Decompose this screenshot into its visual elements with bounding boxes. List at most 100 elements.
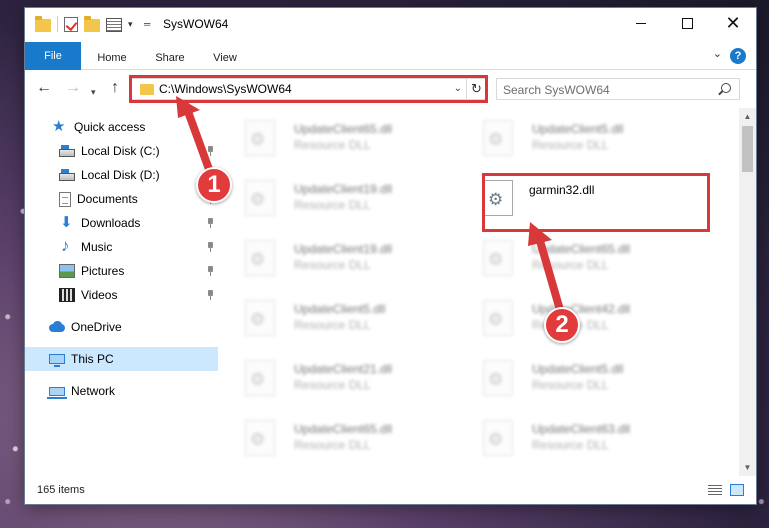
file-item[interactable]: UpdateClient5.dll Resource DLL [456, 116, 686, 166]
file-item[interactable]: UpdateClient65.dll Resource DLL [218, 416, 448, 466]
sidebar-item-quick-access[interactable]: Quick access [25, 115, 218, 139]
pin-toolbar-icon[interactable]: ═ [144, 19, 154, 29]
address-bar[interactable]: C:\Windows\SysWOW64 ⌄ ↻ [131, 78, 487, 100]
dll-file-icon [483, 240, 513, 276]
file-item[interactable]: UpdateClient5.dll Resource DLL [456, 356, 686, 406]
sidebar-item-label: OneDrive [71, 320, 122, 334]
close-button[interactable]: ✕ [710, 8, 756, 38]
sidebar-item-pictures[interactable]: Pictures [25, 259, 218, 283]
sidebar-item-label: This PC [71, 352, 114, 366]
sidebar-item-documents[interactable]: Documents [25, 187, 218, 211]
sidebar-item-videos[interactable]: Videos [25, 283, 218, 307]
pin-icon[interactable] [207, 242, 214, 252]
sidebar-item-label: Local Disk (D:) [81, 168, 160, 182]
address-history-dropdown-icon[interactable]: ⌄ [454, 83, 462, 94]
dll-file-icon [483, 360, 513, 396]
sidebar-item-label: Network [71, 384, 116, 398]
pin-icon[interactable] [207, 146, 214, 156]
file-item[interactable]: UpdateClient21.dll Resource DLL [218, 356, 448, 406]
sidebar-item-music[interactable]: Music [25, 235, 218, 259]
file-type: Resource DLL [294, 138, 371, 152]
scrollbar-thumb[interactable] [742, 126, 753, 172]
new-folder-icon[interactable] [84, 15, 100, 32]
status-bar: 165 items [25, 476, 756, 504]
file-explorer-window: ▾ ═ SysWOW64 ✕ File Home Share View ⌄ ? … [25, 8, 756, 504]
vertical-scrollbar[interactable]: ▲ ▼ [739, 108, 756, 476]
up-arrow-icon[interactable]: ↑ [111, 80, 119, 96]
file-list: UpdateClient65.dll Resource DLL UpdateCl… [218, 108, 738, 476]
address-path[interactable]: C:\Windows\SysWOW64 [159, 82, 292, 96]
dll-file-icon [245, 120, 275, 156]
dll-file-icon [245, 360, 275, 396]
scroll-up-arrow-icon[interactable]: ▲ [739, 108, 756, 125]
sidebar-item-label: Downloads [81, 216, 141, 230]
tiles-view-icon[interactable] [730, 484, 744, 496]
pin-icon[interactable] [207, 290, 214, 300]
file-item[interactable]: UpdateClient19.dll Resource DLL [218, 236, 448, 286]
file-item[interactable]: UpdateClient65.dll Resource DLL [456, 236, 686, 286]
scroll-down-arrow-icon[interactable]: ▼ [739, 459, 756, 476]
file-name: UpdateClient5.dll [532, 362, 624, 376]
file-type: Resource DLL [532, 258, 609, 272]
disk-icon [59, 169, 75, 181]
file-name: UpdateClient63.dll [532, 422, 631, 436]
search-icon[interactable] [721, 83, 731, 93]
dll-file-icon [483, 420, 513, 456]
sidebar-item-this-pc[interactable]: This PC [25, 347, 218, 371]
file-name: UpdateClient65.dll [294, 422, 393, 436]
search-box[interactable] [496, 78, 740, 100]
sidebar-item-label: Music [81, 240, 113, 254]
step-badge-1: 1 [196, 167, 232, 203]
minimize-button[interactable] [618, 8, 664, 38]
sidebar-item-onedrive[interactable]: OneDrive [25, 315, 218, 339]
file-name: UpdateClient19.dll [294, 182, 393, 196]
file-name: garmin32.dll [529, 183, 595, 197]
pin-icon[interactable] [207, 266, 214, 276]
tab-file[interactable]: File [25, 42, 81, 70]
tab-share[interactable]: Share [155, 46, 185, 70]
item-count: 165 items [37, 484, 85, 496]
help-button[interactable]: ? [730, 48, 746, 64]
documents-icon [59, 191, 71, 207]
details-view-icon[interactable] [708, 485, 722, 496]
pictures-icon [59, 264, 75, 278]
recent-locations-chevron-icon[interactable]: ▾ [91, 84, 96, 100]
file-type: Resource DLL [532, 378, 609, 392]
folder-icon [35, 15, 51, 32]
properties-check-icon[interactable] [64, 17, 78, 32]
computer-icon [49, 354, 65, 367]
sidebar-item-network[interactable]: Network [25, 379, 218, 403]
tab-view[interactable]: View [213, 46, 237, 70]
address-folder-icon [140, 84, 154, 95]
pin-icon[interactable] [207, 218, 214, 228]
file-type: Resource DLL [294, 318, 371, 332]
dll-file-icon [483, 120, 513, 156]
file-item-garmin32[interactable]: garmin32.dll [456, 176, 686, 226]
dll-file-icon [245, 420, 275, 456]
properties-icon[interactable] [106, 17, 122, 32]
sidebar-item-label: Quick access [74, 120, 146, 134]
maximize-button[interactable] [664, 8, 710, 38]
file-name: UpdateClient65.dll [294, 122, 393, 136]
sidebar-item-local-disk-c[interactable]: Local Disk (C:) [25, 139, 218, 163]
file-item[interactable]: UpdateClient19.dll Resource DLL [218, 176, 448, 226]
tab-home[interactable]: Home [95, 46, 129, 70]
sidebar-item-downloads[interactable]: Downloads [25, 211, 218, 235]
file-item[interactable]: UpdateClient65.dll Resource DLL [218, 116, 448, 166]
quick-access-toolbar: ▾ ═ [35, 15, 154, 32]
expand-ribbon-icon[interactable]: ⌄ [713, 47, 722, 60]
file-type: Resource DLL [532, 138, 609, 152]
refresh-icon[interactable]: ↻ [466, 79, 486, 99]
file-item[interactable]: UpdateClient5.dll Resource DLL [218, 296, 448, 346]
file-name: UpdateClient5.dll [532, 122, 624, 136]
dll-file-icon [245, 300, 275, 336]
music-icon [59, 236, 75, 256]
sidebar-item-local-disk-d[interactable]: Local Disk (D:) [25, 163, 218, 187]
dll-file-icon [245, 240, 275, 276]
back-arrow-icon[interactable]: ← [36, 80, 52, 96]
videos-icon [59, 288, 75, 302]
customize-toolbar-dropdown-icon[interactable]: ▾ [128, 19, 138, 30]
search-input[interactable] [503, 81, 703, 98]
forward-arrow-icon[interactable]: → [65, 80, 81, 96]
file-item[interactable]: UpdateClient63.dll Resource DLL [456, 416, 686, 466]
